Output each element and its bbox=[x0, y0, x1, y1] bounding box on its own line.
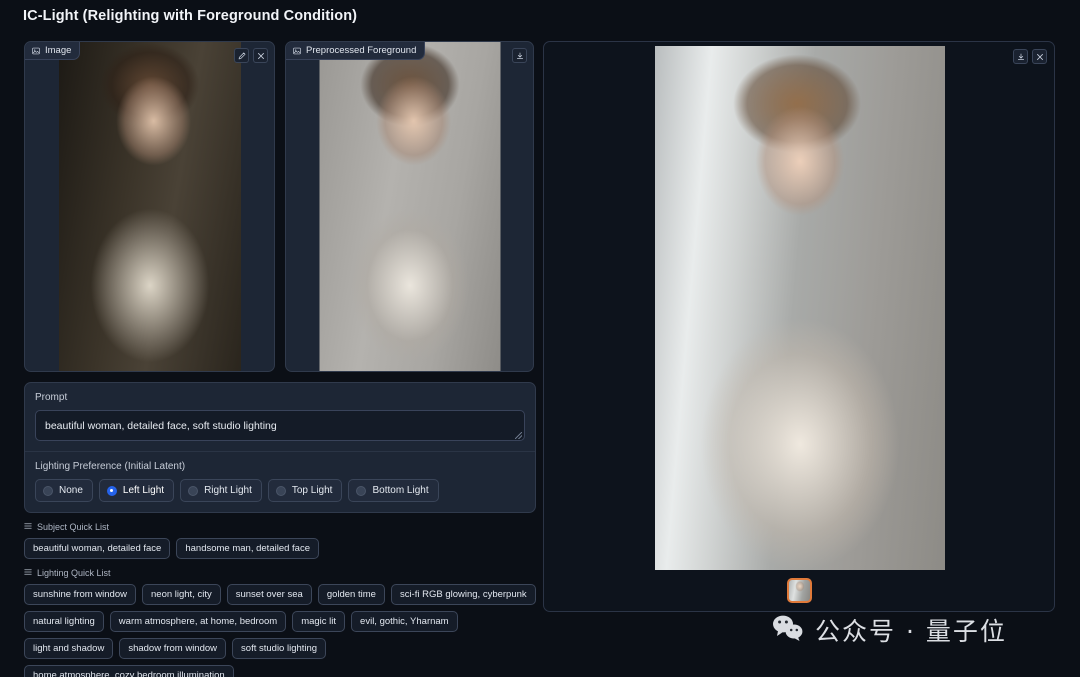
list-icon bbox=[24, 522, 32, 532]
output-toolbar bbox=[1013, 49, 1047, 64]
radio-dot-icon bbox=[43, 486, 53, 496]
wechat-icon bbox=[772, 614, 806, 647]
subject-quick-list-header: Subject Quick List bbox=[24, 522, 536, 532]
input-image-preview bbox=[59, 42, 241, 371]
lighting-chip[interactable]: golden time bbox=[318, 584, 385, 605]
lighting-quick-list-header: Lighting Quick List bbox=[24, 568, 536, 578]
resize-handle-icon[interactable] bbox=[515, 432, 522, 439]
lighting-chip[interactable]: sunset over sea bbox=[227, 584, 312, 605]
input-image-label: Image bbox=[45, 45, 71, 56]
radio-none[interactable]: None bbox=[35, 479, 93, 502]
download-icon bbox=[516, 52, 524, 60]
settings-card: Prompt beautiful woman, detailed face, s… bbox=[24, 382, 536, 513]
lighting-chip[interactable]: magic lit bbox=[292, 611, 345, 632]
subject-quick-list: Subject Quick List beautiful woman, deta… bbox=[24, 522, 536, 559]
prompt-section: Prompt beautiful woman, detailed face, s… bbox=[25, 383, 535, 451]
lighting-chip[interactable]: warm atmosphere, at home, bedroom bbox=[110, 611, 286, 632]
lighting-chip[interactable]: home atmosphere, cozy bedroom illuminati… bbox=[24, 665, 234, 677]
radio-left-light[interactable]: Left Light bbox=[99, 479, 174, 502]
page-title: IC-Light (Relighting with Foreground Con… bbox=[23, 8, 357, 24]
radio-dot-icon bbox=[276, 486, 286, 496]
lighting-quick-list-label: Lighting Quick List bbox=[37, 568, 111, 578]
radio-top-light[interactable]: Top Light bbox=[268, 479, 343, 502]
output-gallery-panel[interactable] bbox=[543, 41, 1055, 612]
image-inputs-row: Image bbox=[24, 41, 536, 372]
prompt-label: Prompt bbox=[35, 392, 525, 403]
download-foreground-button[interactable] bbox=[512, 48, 527, 63]
image-icon bbox=[293, 47, 301, 55]
lighting-chip[interactable]: sunshine from window bbox=[24, 584, 136, 605]
radio-right-light[interactable]: Right Light bbox=[180, 479, 262, 502]
lighting-preference-radiogroup: None Left Light Right Light Top Light Bo… bbox=[35, 479, 525, 502]
image-icon bbox=[32, 47, 40, 55]
watermark: 公众号 · 量子位 bbox=[772, 612, 1007, 648]
lighting-chip[interactable]: soft studio lighting bbox=[232, 638, 326, 659]
subject-chip[interactable]: beautiful woman, detailed face bbox=[24, 538, 170, 559]
edit-image-button[interactable] bbox=[234, 48, 249, 63]
output-thumbnail-strip bbox=[544, 578, 1054, 603]
lighting-preference-label: Lighting Preference (Initial Latent) bbox=[35, 461, 525, 472]
lighting-chips: sunshine from window neon light, city su… bbox=[24, 584, 536, 677]
lighting-preference-section: Lighting Preference (Initial Latent) Non… bbox=[25, 451, 535, 512]
foreground-label-tag: Preprocessed Foreground bbox=[286, 42, 425, 60]
output-image[interactable] bbox=[655, 46, 945, 570]
radio-label: Right Light bbox=[204, 485, 252, 496]
radio-bottom-light[interactable]: Bottom Light bbox=[348, 479, 438, 502]
radio-dot-icon bbox=[107, 486, 117, 496]
radio-label: Left Light bbox=[123, 485, 164, 496]
lighting-chip[interactable]: evil, gothic, Yharnam bbox=[351, 611, 458, 632]
input-image-panel[interactable]: Image bbox=[24, 41, 275, 372]
lighting-chip[interactable]: neon light, city bbox=[142, 584, 221, 605]
radio-label: None bbox=[59, 485, 83, 496]
radio-dot-icon bbox=[356, 486, 366, 496]
subject-chips: beautiful woman, detailed face handsome … bbox=[24, 538, 536, 559]
lighting-chip[interactable]: sci-fi RGB glowing, cyberpunk bbox=[391, 584, 536, 605]
lighting-quick-list: Lighting Quick List sunshine from window… bbox=[24, 568, 536, 677]
download-icon bbox=[1017, 53, 1025, 61]
foreground-toolbar bbox=[512, 48, 527, 63]
prompt-input[interactable]: beautiful woman, detailed face, soft stu… bbox=[35, 410, 525, 441]
prompt-value: beautiful woman, detailed face, soft stu… bbox=[45, 420, 277, 432]
close-icon bbox=[257, 52, 265, 60]
radio-label: Bottom Light bbox=[372, 485, 428, 496]
radio-dot-icon bbox=[188, 486, 198, 496]
watermark-text: 公众号 · 量子位 bbox=[815, 612, 1007, 648]
pencil-icon bbox=[238, 52, 246, 60]
input-image-label-tag: Image bbox=[25, 42, 80, 60]
preprocessed-foreground-preview bbox=[319, 42, 500, 371]
input-image-toolbar bbox=[234, 48, 268, 63]
preprocessed-foreground-panel[interactable]: Preprocessed Foreground bbox=[285, 41, 534, 372]
close-output-button[interactable] bbox=[1032, 49, 1047, 64]
list-icon bbox=[24, 568, 32, 578]
lighting-chip[interactable]: light and shadow bbox=[24, 638, 113, 659]
clear-image-button[interactable] bbox=[253, 48, 268, 63]
close-icon bbox=[1036, 53, 1044, 61]
radio-label: Top Light bbox=[292, 485, 333, 496]
download-output-button[interactable] bbox=[1013, 49, 1028, 64]
foreground-label: Preprocessed Foreground bbox=[306, 45, 416, 56]
left-column: Image bbox=[24, 41, 536, 677]
lighting-chip[interactable]: natural lighting bbox=[24, 611, 104, 632]
subject-chip[interactable]: handsome man, detailed face bbox=[176, 538, 319, 559]
lighting-chip[interactable]: shadow from window bbox=[119, 638, 226, 659]
output-thumbnail[interactable] bbox=[787, 578, 812, 603]
subject-quick-list-label: Subject Quick List bbox=[37, 522, 109, 532]
